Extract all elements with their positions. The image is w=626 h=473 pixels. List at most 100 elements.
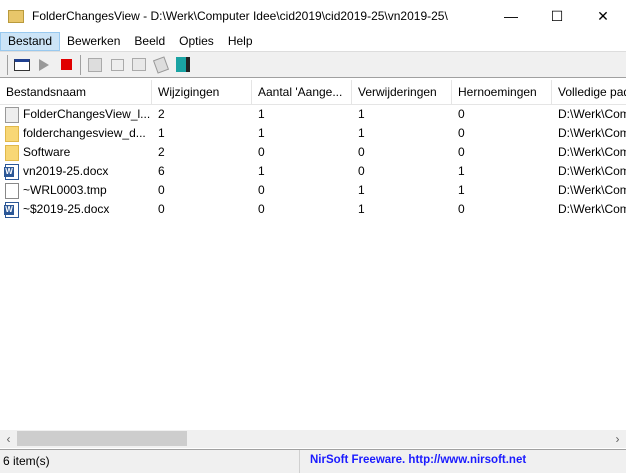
copy-icon[interactable] bbox=[106, 54, 128, 76]
cell-text: 1 bbox=[358, 183, 365, 197]
folder-file-icon bbox=[5, 144, 19, 161]
menu-bar: Bestand Bewerken Beeld Opties Help bbox=[0, 32, 626, 51]
table-row[interactable]: Software 2 0 0 0 D:\Werk\Com bbox=[0, 143, 626, 162]
html-report-icon[interactable] bbox=[128, 54, 150, 76]
cell-text: 1 bbox=[358, 126, 365, 140]
cell-text: vn2019-25.docx bbox=[23, 164, 109, 178]
scrollbar-thumb[interactable] bbox=[17, 431, 187, 446]
menu-opties[interactable]: Opties bbox=[172, 32, 221, 51]
title-bar: FolderChangesView - D:\Werk\Computer Ide… bbox=[0, 0, 626, 32]
maximize-button[interactable]: ☐ bbox=[534, 0, 580, 32]
save-icon[interactable] bbox=[84, 54, 106, 76]
cell-renamed: 0 bbox=[452, 105, 552, 124]
properties-icon[interactable] bbox=[11, 54, 33, 76]
cell-added: 1 bbox=[252, 124, 352, 143]
menu-help[interactable]: Help bbox=[221, 32, 260, 51]
cell-path: D:\Werk\Com bbox=[552, 105, 626, 124]
column-header-changes[interactable]: Wijzigingen bbox=[152, 80, 252, 104]
cell-text: 0 bbox=[258, 202, 265, 216]
table-row[interactable]: ~WRL0003.tmp 0 0 1 1 D:\Werk\Com bbox=[0, 181, 626, 200]
cell-text: 1 bbox=[358, 107, 365, 121]
cell-deleted: 0 bbox=[352, 143, 452, 162]
cell-renamed: 1 bbox=[452, 181, 552, 200]
cell-text: 6 bbox=[158, 164, 165, 178]
status-bar: 6 item(s) NirSoft Freeware. http://www.n… bbox=[0, 449, 626, 473]
cell-text: D:\Werk\Com bbox=[558, 164, 626, 178]
cell-name: folderchangesview_d... bbox=[0, 124, 152, 143]
doc-file-icon bbox=[5, 182, 19, 199]
cell-name: ~WRL0003.tmp bbox=[0, 181, 152, 200]
cell-text: ~WRL0003.tmp bbox=[23, 183, 107, 197]
cell-added: 0 bbox=[252, 181, 352, 200]
nirsoft-link[interactable]: NirSoft Freeware. http://www.nirsoft.net bbox=[300, 450, 526, 473]
cell-text: 1 bbox=[158, 126, 165, 140]
exit-icon[interactable] bbox=[172, 54, 194, 76]
toolbar-separator bbox=[7, 54, 8, 75]
play-icon[interactable] bbox=[33, 54, 55, 76]
cell-deleted: 1 bbox=[352, 200, 452, 219]
cell-text: 1 bbox=[258, 164, 265, 178]
stop-icon[interactable] bbox=[55, 54, 77, 76]
file-list: Bestandsnaam Wijzigingen Aantal 'Aange..… bbox=[0, 80, 626, 430]
cell-changes: 0 bbox=[152, 181, 252, 200]
cell-deleted: 1 bbox=[352, 181, 452, 200]
cell-text: 0 bbox=[258, 145, 265, 159]
table-row[interactable]: folderchangesview_d... 1 1 1 0 D:\Werk\Com bbox=[0, 124, 626, 143]
cell-name: FolderChangesView_l... bbox=[0, 105, 152, 124]
cell-added: 0 bbox=[252, 143, 352, 162]
cell-text: 2 bbox=[158, 107, 165, 121]
word-file-icon bbox=[4, 163, 19, 180]
menu-bewerken[interactable]: Bewerken bbox=[60, 32, 127, 51]
explorer-icon[interactable] bbox=[150, 54, 172, 76]
cell-added: 1 bbox=[252, 105, 352, 124]
cell-text: 1 bbox=[458, 183, 465, 197]
cell-path: D:\Werk\Com bbox=[552, 200, 626, 219]
close-button[interactable]: ✕ bbox=[580, 0, 626, 32]
word-file-icon bbox=[4, 201, 19, 218]
cell-changes: 1 bbox=[152, 124, 252, 143]
cell-text: 0 bbox=[458, 107, 465, 121]
cell-path: D:\Werk\Com bbox=[552, 143, 626, 162]
column-header-added[interactable]: Aantal 'Aange... bbox=[252, 80, 352, 104]
cell-text: 0 bbox=[458, 202, 465, 216]
cell-text: 0 bbox=[358, 145, 365, 159]
column-header-deleted[interactable]: Verwijderingen bbox=[352, 80, 452, 104]
exe-file-icon bbox=[5, 106, 19, 123]
menu-bestand[interactable]: Bestand bbox=[0, 32, 61, 51]
cell-path: D:\Werk\Com bbox=[552, 181, 626, 200]
cell-renamed: 0 bbox=[452, 200, 552, 219]
item-count: 6 item(s) bbox=[0, 450, 300, 473]
window-title: FolderChangesView - D:\Werk\Computer Ide… bbox=[32, 9, 448, 23]
cell-text: 0 bbox=[158, 183, 165, 197]
cell-text: 1 bbox=[258, 107, 265, 121]
cell-text: 2 bbox=[158, 145, 165, 159]
cell-changes: 2 bbox=[152, 143, 252, 162]
column-header-renamed[interactable]: Hernoemingen bbox=[452, 80, 552, 104]
minimize-button[interactable]: — bbox=[488, 0, 534, 32]
list-header: Bestandsnaam Wijzigingen Aantal 'Aange..… bbox=[0, 80, 626, 105]
toolbar bbox=[0, 51, 626, 78]
table-row[interactable]: ~$2019-25.docx 0 0 1 0 D:\Werk\Com bbox=[0, 200, 626, 219]
scroll-right-icon[interactable]: › bbox=[609, 431, 626, 448]
table-row[interactable]: FolderChangesView_l... 2 1 1 0 D:\Werk\Com bbox=[0, 105, 626, 124]
cell-text: D:\Werk\Com bbox=[558, 183, 626, 197]
column-header-path[interactable]: Volledige pad bbox=[552, 80, 626, 104]
menu-beeld[interactable]: Beeld bbox=[127, 32, 172, 51]
table-row[interactable]: vn2019-25.docx 6 1 0 1 D:\Werk\Com bbox=[0, 162, 626, 181]
cell-name: Software bbox=[0, 143, 152, 162]
horizontal-scrollbar[interactable]: ‹ › bbox=[0, 430, 626, 448]
cell-name: vn2019-25.docx bbox=[0, 162, 152, 181]
cell-deleted: 1 bbox=[352, 124, 452, 143]
cell-renamed: 0 bbox=[452, 124, 552, 143]
cell-text: 0 bbox=[258, 183, 265, 197]
scroll-left-icon[interactable]: ‹ bbox=[0, 431, 17, 448]
folder-file-icon bbox=[5, 125, 19, 142]
cell-text: folderchangesview_d... bbox=[23, 126, 146, 140]
toolbar-separator bbox=[80, 54, 81, 75]
cell-renamed: 0 bbox=[452, 143, 552, 162]
cell-path: D:\Werk\Com bbox=[552, 124, 626, 143]
column-header-name[interactable]: Bestandsnaam bbox=[0, 80, 152, 104]
cell-text: D:\Werk\Com bbox=[558, 145, 626, 159]
cell-text: D:\Werk\Com bbox=[558, 202, 626, 216]
cell-deleted: 0 bbox=[352, 162, 452, 181]
